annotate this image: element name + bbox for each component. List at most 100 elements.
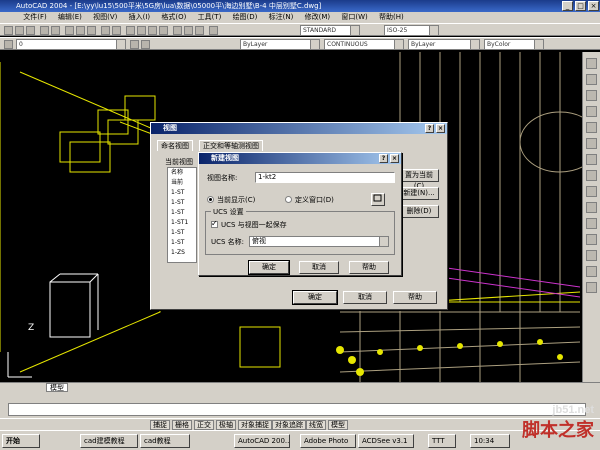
paste-icon[interactable] xyxy=(87,26,96,35)
menu-view[interactable]: 视图(V) xyxy=(93,13,117,21)
view-ok-button[interactable]: 确定 xyxy=(292,290,338,305)
pick-window-button[interactable] xyxy=(371,193,385,206)
menu-dimension[interactable]: 标注(N) xyxy=(269,13,294,21)
offset-icon[interactable] xyxy=(586,106,597,117)
delete-view-button[interactable]: 删除(D) xyxy=(399,205,439,218)
close-button[interactable]: × xyxy=(588,1,599,11)
design-center-icon[interactable] xyxy=(184,26,193,35)
set-current-button[interactable]: 置为当前(C) xyxy=(399,169,439,190)
linetype-combo[interactable]: CONTINUOUS xyxy=(324,39,404,50)
pan-icon[interactable] xyxy=(126,26,135,35)
define-window-radio[interactable] xyxy=(285,196,292,203)
tool-palette-icon[interactable] xyxy=(195,26,204,35)
status-ortho[interactable]: 正交 xyxy=(194,420,214,430)
menu-window[interactable]: 窗口(W) xyxy=(341,13,367,21)
properties-icon[interactable] xyxy=(173,26,182,35)
taskbar-item-ttt[interactable]: TTT xyxy=(428,434,456,448)
menu-insert[interactable]: 插入(I) xyxy=(129,13,151,21)
break-icon[interactable] xyxy=(586,234,597,245)
scale-icon[interactable] xyxy=(586,170,597,181)
open-icon[interactable] xyxy=(15,26,24,35)
status-otrack[interactable]: 对象追踪 xyxy=(272,420,306,430)
save-ucs-checkbox[interactable] xyxy=(211,219,218,228)
minimize-button[interactable]: _ xyxy=(562,1,573,11)
maximize-button[interactable]: □ xyxy=(575,1,586,11)
color-combo[interactable]: ByLayer xyxy=(240,39,320,50)
start-button[interactable]: 开始 xyxy=(2,434,40,448)
tab-ortho-views[interactable]: 正交和等轴测视图 xyxy=(199,140,263,151)
undo-icon[interactable] xyxy=(101,26,110,35)
list-item[interactable]: 当前 xyxy=(168,178,196,188)
redo-icon[interactable] xyxy=(112,26,121,35)
ucs-name-select[interactable]: 俯视 xyxy=(249,236,389,247)
copy-object-icon[interactable] xyxy=(586,74,597,85)
status-snap[interactable]: 捕捉 xyxy=(150,420,170,430)
taskbar-item-photoshop[interactable]: Adobe Photo xyxy=(300,434,356,448)
status-model[interactable]: 模型 xyxy=(328,420,348,430)
view-cancel-button[interactable]: 取消 xyxy=(343,291,387,304)
save-icon[interactable] xyxy=(26,26,35,35)
status-grid[interactable]: 栅格 xyxy=(172,420,192,430)
rotate-icon[interactable] xyxy=(586,154,597,165)
taskbar-item-cad-tutorial[interactable]: cad建模教程 xyxy=(80,434,138,448)
layer-manager-icon[interactable] xyxy=(4,40,13,49)
menu-help[interactable]: 帮助(H) xyxy=(379,13,404,21)
fillet-icon[interactable] xyxy=(586,266,597,277)
text-style-combo[interactable]: STANDARD xyxy=(300,25,360,36)
zoom-icon[interactable] xyxy=(137,26,146,35)
command-line-input[interactable] xyxy=(8,403,586,416)
list-item[interactable]: 1-ST xyxy=(168,198,196,208)
current-display-radio[interactable] xyxy=(207,196,214,203)
view-dialog-close-button[interactable]: × xyxy=(436,124,445,133)
list-item[interactable]: 1-ZS xyxy=(168,248,196,258)
new-view-button[interactable]: 新建(N)... xyxy=(399,187,439,200)
help-icon[interactable] xyxy=(209,26,218,35)
status-osnap[interactable]: 对象捕捉 xyxy=(238,420,272,430)
zoom-window-icon[interactable] xyxy=(148,26,157,35)
view-name-input[interactable]: 1-kt2 xyxy=(255,172,395,183)
stretch-icon[interactable] xyxy=(586,186,597,197)
explode-icon[interactable] xyxy=(586,282,597,293)
chamfer-icon[interactable] xyxy=(586,250,597,261)
view-help-button[interactable]: 帮助 xyxy=(393,291,437,304)
list-item[interactable]: 1-ST xyxy=(168,228,196,238)
menu-modify[interactable]: 修改(M) xyxy=(305,13,331,21)
layer-previous-icon[interactable] xyxy=(141,40,150,49)
new-icon[interactable] xyxy=(4,26,13,35)
tab-named-views[interactable]: 命名视图 xyxy=(157,140,193,151)
array-icon[interactable] xyxy=(586,122,597,133)
menu-format[interactable]: 格式(O) xyxy=(161,13,186,21)
new-view-cancel-button[interactable]: 取消 xyxy=(299,261,339,274)
mirror-icon[interactable] xyxy=(586,90,597,101)
trim-icon[interactable] xyxy=(586,202,597,213)
menu-draw[interactable]: 绘图(D) xyxy=(233,13,258,21)
new-view-ok-button[interactable]: 确定 xyxy=(248,260,290,275)
erase-icon[interactable] xyxy=(586,58,597,69)
cut-icon[interactable] xyxy=(65,26,74,35)
extend-icon[interactable] xyxy=(586,218,597,229)
taskbar-item-acdsee[interactable]: ACDSee v3.1 xyxy=(358,434,414,448)
make-layer-current-icon[interactable] xyxy=(130,40,139,49)
view-dialog-help-button[interactable]: ? xyxy=(425,124,434,133)
named-view-list[interactable]: 名称 当前 1-ST 1-ST 1-ST 1-ST1 1-ST 1-ST 1-Z… xyxy=(167,167,197,263)
preview-icon[interactable] xyxy=(51,26,60,35)
plotstyle-combo[interactable]: ByColor xyxy=(484,39,544,50)
move-icon[interactable] xyxy=(586,138,597,149)
menu-file[interactable]: 文件(F) xyxy=(23,13,47,21)
horizontal-scrollbar[interactable]: 模型 xyxy=(0,382,600,392)
dim-style-combo[interactable]: ISO-25 xyxy=(384,25,439,36)
menu-edit[interactable]: 编辑(E) xyxy=(58,13,82,21)
new-view-help-btn[interactable]: 帮助 xyxy=(349,261,389,274)
taskbar-item-cad[interactable]: cad教程 xyxy=(140,434,190,448)
list-item[interactable]: 1-ST xyxy=(168,238,196,248)
status-lineweight[interactable]: 线宽 xyxy=(306,420,326,430)
print-icon[interactable] xyxy=(40,26,49,35)
layer-combo[interactable]: 0 xyxy=(16,39,126,50)
new-view-close-button[interactable]: × xyxy=(390,154,399,163)
menu-tools[interactable]: 工具(T) xyxy=(198,13,222,21)
lineweight-combo[interactable]: ByLayer xyxy=(408,39,480,50)
copy-icon[interactable] xyxy=(76,26,85,35)
list-item[interactable]: 1-ST1 xyxy=(168,218,196,228)
new-view-help-button[interactable]: ? xyxy=(379,154,388,163)
taskbar-item-autocad[interactable]: AutoCAD 200... xyxy=(234,434,290,448)
